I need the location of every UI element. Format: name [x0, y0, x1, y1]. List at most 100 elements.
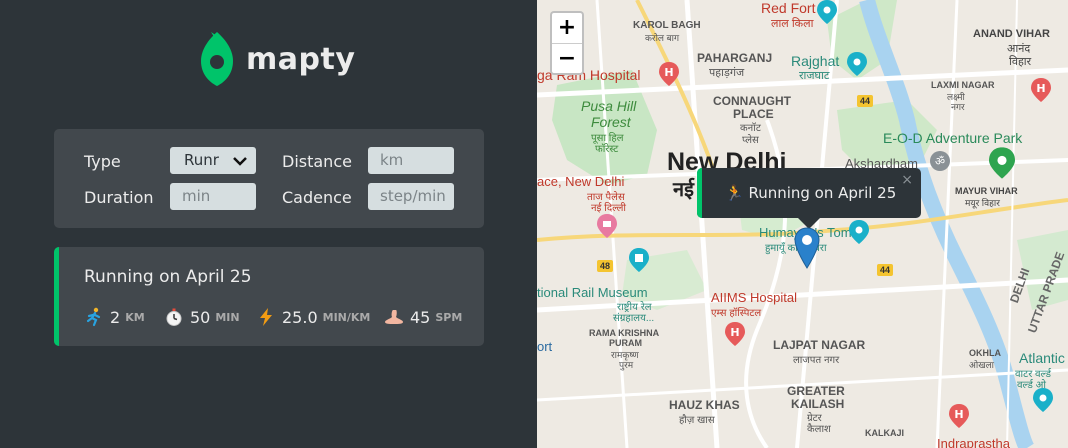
- map-label-taj-palace: ace, New Delhi: [537, 174, 625, 189]
- poi-pin-hospital-icon[interactable]: H: [659, 62, 679, 86]
- workout-card[interactable]: Running on April 25 2 km 50 min 25.0 min: [54, 247, 484, 346]
- map-label-greater-kailash-1: GREATER: [787, 384, 845, 398]
- workout-marker-icon[interactable]: [794, 227, 820, 269]
- map-label-hauz-khas: HAUZ KHAS: [669, 398, 740, 412]
- poi-temple-icon[interactable]: ॐ: [929, 150, 951, 172]
- workout-title: Running on April 25: [84, 267, 252, 287]
- map-label-laxmi-nagar: LAXMI NAGAR: [931, 80, 995, 90]
- map-label-rama-krishna-hi-2: पुरम: [619, 360, 634, 370]
- map-label-ort: ort: [537, 339, 553, 354]
- map-label-taj-hi-2: नई दिल्ली: [591, 203, 627, 214]
- poi-pin-atlantic-icon[interactable]: [1033, 388, 1053, 412]
- poi-pin-humayun-icon[interactable]: [849, 220, 869, 244]
- svg-text:H: H: [730, 326, 739, 339]
- map-label-rail-museum: tional Rail Museum: [537, 285, 648, 300]
- lightning-icon: [260, 308, 272, 326]
- map-label-connaught-2: PLACE: [733, 107, 774, 121]
- map-label-new-delhi-hi: नई: [673, 179, 694, 201]
- map-label-rajghat: Rajghat: [791, 53, 840, 69]
- route-shield-48: 48: [597, 260, 614, 272]
- poi-pin-museum-icon[interactable]: [629, 248, 649, 272]
- popup-close-button[interactable]: ×: [901, 172, 913, 188]
- stopwatch-icon: [166, 308, 182, 326]
- duration-label: Duration: [84, 188, 154, 207]
- distance-label: Distance: [282, 152, 352, 171]
- map-label-karol-bagh-hi: करोल बाग: [645, 33, 680, 43]
- map-label-aiims-hi: एम्स हॉस्पिटल: [711, 308, 762, 319]
- duration-input[interactable]: min: [170, 183, 256, 210]
- zoom-out-button[interactable]: −: [552, 43, 582, 73]
- map-label-okhla-hi: ओखला: [969, 360, 995, 370]
- chevron-down-icon: [233, 156, 247, 166]
- map-label-paharganj-hi: पहाड़गंज: [709, 67, 745, 79]
- poi-pin-aiims-icon[interactable]: H: [725, 322, 745, 346]
- map-pin-logo-icon: [201, 32, 233, 86]
- workout-popup[interactable]: 🏃 Running on April 25 ×: [697, 168, 921, 229]
- poi-pin-shopping-icon[interactable]: [597, 214, 617, 238]
- svg-text:H: H: [664, 66, 673, 79]
- type-select-value: Runr: [184, 151, 219, 169]
- pace-value: 25.0: [282, 307, 318, 327]
- map-label-rail-hi-2: संग्रहालय...: [613, 313, 655, 324]
- map-label-aiims: AIIMS Hospital: [711, 290, 797, 305]
- runner-icon: [86, 307, 101, 327]
- map-label-hauz-khas-hi: हौज़ खास: [679, 415, 715, 426]
- map-label-anand-vihar: ANAND VIHAR: [973, 28, 1050, 40]
- map-label-mayur-vihar-hi: मयूर विहार: [965, 198, 1000, 208]
- cadence-label: Cadence: [282, 188, 352, 207]
- svg-text:ॐ: ॐ: [935, 155, 945, 168]
- svg-text:H: H: [954, 408, 963, 421]
- map-label-laxmi-nagar-hi-2: नगर: [951, 102, 965, 112]
- duration-value: 50: [190, 307, 211, 327]
- popup-text: 🏃 Running on April 25: [725, 184, 897, 202]
- poi-pin-hospital-east-icon[interactable]: H: [1031, 78, 1051, 102]
- map-label-indraprastha: Indraprastha: [937, 436, 1010, 448]
- poi-pin-park-icon[interactable]: [989, 147, 1015, 179]
- cadence-unit: spm: [435, 310, 463, 324]
- workout-duration: 50 min: [164, 307, 240, 327]
- distance-input[interactable]: km: [368, 147, 454, 174]
- map-label-pusa-hill-2: Forest: [591, 114, 631, 130]
- workout-distance: 2 km: [84, 307, 145, 327]
- zoom-control: + −: [550, 11, 584, 75]
- poi-pin-rajghat-icon[interactable]: [847, 52, 867, 76]
- map-label-red-fort-hi: लाल किला: [771, 18, 814, 30]
- map-label-connaught-1: CONNAUGHT: [713, 94, 791, 108]
- map-label-karol-bagh: KAROL BAGH: [633, 20, 701, 31]
- cadence-value: 45: [410, 307, 431, 327]
- workout-cadence: 45 spm: [384, 307, 462, 327]
- route-shield-44b: 44: [877, 264, 894, 276]
- map-label-paharganj: PAHARGANJ: [697, 51, 773, 65]
- type-select[interactable]: Runr: [170, 147, 256, 174]
- logo: mapty: [200, 30, 355, 88]
- map-label-rama-krishna-2: PURAM: [609, 338, 642, 348]
- poi-pin-red-fort-icon[interactable]: [817, 0, 837, 24]
- zoom-in-button[interactable]: +: [552, 13, 582, 43]
- map-label-eod: E-O-D Adventure Park: [883, 130, 1023, 146]
- pace-unit: min/km: [322, 310, 371, 324]
- duration-unit: min: [215, 310, 240, 324]
- map-label-rajghat-hi: राजघाट: [799, 70, 830, 82]
- map-label-atlantic-1: Atlantic: [1019, 350, 1065, 366]
- map-label-rama-krishna-1: RAMA KRISHNA: [589, 328, 660, 338]
- poi-pin-hospital-south-icon[interactable]: H: [949, 404, 969, 428]
- workout-form: Type Runr Distance km Duration min Caden…: [54, 129, 484, 228]
- map-label-kalkaji: KALKAJI: [865, 428, 905, 438]
- cadence-input[interactable]: step/min: [368, 183, 454, 210]
- map-label-connaught-hi-2: प्लेस: [742, 135, 759, 146]
- type-label: Type: [84, 152, 121, 171]
- map-label-lajpat-hi: लाजपत नगर: [793, 355, 840, 366]
- map-label-pusa-hill-1: Pusa Hill: [581, 98, 637, 114]
- distance-unit: km: [125, 310, 145, 324]
- route-shield-44a: 44: [857, 95, 874, 107]
- footprint-icon: [385, 310, 403, 324]
- map-label-red-fort: Red Fort: [761, 0, 816, 16]
- distance-value: 2: [110, 307, 121, 327]
- app-name: mapty: [246, 41, 356, 77]
- map[interactable]: Red Fort लाल किला KAROL BAGH करोल बाग PA…: [537, 0, 1068, 448]
- map-label-lajpat: LAJPAT NAGAR: [773, 338, 866, 352]
- map-label-mayur-vihar: MAYUR VIHAR: [955, 186, 1018, 196]
- sidebar: mapty Type Runr Distance km Duration min…: [0, 0, 537, 448]
- map-label-anand-vihar-hi2: विहार: [1009, 56, 1032, 68]
- workout-pace: 25.0 min/km: [256, 307, 370, 327]
